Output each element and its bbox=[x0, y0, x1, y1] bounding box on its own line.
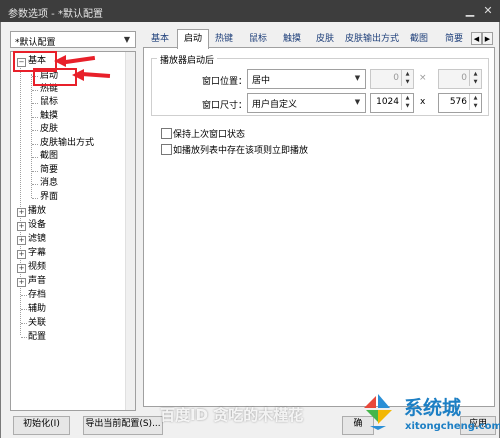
settings-tree[interactable]: − 基本 启动 热键 鼠标 触摸 皮肤 皮肤输出方式 截图 简要 消息 界面 +… bbox=[10, 51, 136, 411]
expand-icon[interactable]: + bbox=[17, 250, 26, 259]
chevron-down-icon: ▼ bbox=[123, 35, 131, 44]
tree-item-filter[interactable]: 滤镜 bbox=[28, 233, 46, 246]
window-position-y-spinner[interactable]: 0 ▲ ▼ bbox=[438, 69, 482, 89]
play-if-in-playlist-label: 如播放列表中存在该项则立即播放 bbox=[173, 146, 309, 156]
expand-icon[interactable]: + bbox=[17, 236, 26, 245]
xitongcheng-logo-icon bbox=[364, 394, 392, 430]
window-position-y-value: 0 bbox=[461, 73, 467, 83]
spin-up-icon[interactable]: ▲ bbox=[402, 70, 413, 78]
window-position-x-value: 0 bbox=[393, 73, 399, 83]
tab-startup[interactable]: 启动 bbox=[177, 29, 209, 49]
tree-item-message[interactable]: 消息 bbox=[40, 177, 58, 190]
keep-window-state-checkbox[interactable] bbox=[161, 128, 172, 139]
expand-icon[interactable]: + bbox=[17, 278, 26, 287]
tab-basic[interactable]: 基本 bbox=[146, 31, 174, 47]
spin-down-icon[interactable]: ▼ bbox=[470, 78, 481, 86]
tree-item-audio[interactable]: 声音 bbox=[28, 275, 46, 288]
tree-item-association[interactable]: 关联 bbox=[28, 317, 46, 330]
annotation-arrowhead bbox=[54, 55, 66, 67]
annotation-arrowhead bbox=[72, 69, 84, 81]
window-height-value: 576 bbox=[449, 97, 467, 107]
chevron-left-icon[interactable]: ◀ bbox=[471, 32, 482, 45]
title-bar: 参数选项 - *默认配置 ▁ ✕ bbox=[0, 0, 500, 22]
window-position-value: 居中 bbox=[252, 76, 271, 86]
tree-item-mouse[interactable]: 鼠标 bbox=[40, 96, 58, 109]
chevron-down-icon: ▼ bbox=[354, 74, 361, 82]
tree-item-assist[interactable]: 辅助 bbox=[28, 303, 46, 316]
preset-value: *默认配置 bbox=[15, 38, 56, 48]
watermark-brand: 系统城 bbox=[404, 397, 462, 419]
tree-item-video[interactable]: 视频 bbox=[28, 261, 46, 274]
window-title: 参数选项 - *默认配置 bbox=[8, 9, 103, 20]
tree-item-skin-output[interactable]: 皮肤输出方式 bbox=[40, 137, 94, 150]
spin-down-icon[interactable]: ▼ bbox=[470, 102, 481, 110]
tree-item-subtitle[interactable]: 字幕 bbox=[28, 247, 46, 260]
tree-scrollbar[interactable] bbox=[125, 52, 135, 410]
tab-mouse[interactable]: 鼠标 bbox=[244, 31, 272, 47]
tab-scroll-buttons: ◀ ▶ bbox=[471, 32, 495, 46]
tree-item-device[interactable]: 设备 bbox=[28, 219, 46, 232]
tree-item-touch[interactable]: 触摸 bbox=[40, 110, 58, 123]
watermark-text: 百度ID 贪吃的木槿花 bbox=[160, 406, 304, 424]
window-position-x-spinner[interactable]: 0 ▲ ▼ bbox=[370, 69, 414, 89]
tab-skin-output[interactable]: 皮肤输出方式 bbox=[344, 31, 400, 47]
window-height-spinner[interactable]: 576 ▲ ▼ bbox=[438, 93, 482, 113]
export-config-button[interactable]: 导出当前配置(S)... bbox=[83, 416, 163, 435]
window-width-value: 1024 bbox=[376, 97, 399, 107]
spin-up-icon[interactable]: ▲ bbox=[402, 94, 413, 102]
tree-item-archive[interactable]: 存档 bbox=[28, 289, 46, 302]
preset-dropdown[interactable]: *默认配置 ▼ bbox=[10, 31, 136, 48]
expand-icon[interactable]: + bbox=[17, 264, 26, 273]
spin-up-icon[interactable]: ▲ bbox=[470, 70, 481, 78]
expand-icon[interactable]: + bbox=[17, 222, 26, 231]
minimize-icon[interactable]: ▁ bbox=[462, 3, 478, 19]
initialize-button[interactable]: 初始化(I) bbox=[13, 416, 70, 435]
window-width-spinner[interactable]: 1024 ▲ ▼ bbox=[370, 93, 414, 113]
tree-item-screenshot[interactable]: 截图 bbox=[40, 150, 58, 163]
window-position-label: 窗口位置： bbox=[201, 77, 247, 87]
tree-item-config[interactable]: 配置 bbox=[28, 331, 46, 344]
size-separator: x bbox=[420, 97, 426, 107]
chevron-right-icon[interactable]: ▶ bbox=[482, 32, 493, 45]
annotation-box bbox=[33, 68, 77, 86]
tab-hotkey[interactable]: 热键 bbox=[210, 31, 238, 47]
tab-brief[interactable]: 简要 bbox=[439, 31, 469, 47]
window-size-select[interactable]: 用户自定义 ▼ bbox=[247, 93, 366, 113]
tree-item-brief[interactable]: 简要 bbox=[40, 164, 58, 177]
tree-item-play[interactable]: 播放 bbox=[28, 205, 46, 218]
tab-screenshot[interactable]: 截图 bbox=[405, 31, 433, 47]
tree-item-skin[interactable]: 皮肤 bbox=[40, 123, 58, 136]
spin-down-icon[interactable]: ▼ bbox=[402, 78, 413, 86]
spin-up-icon[interactable]: ▲ bbox=[470, 94, 481, 102]
expand-icon[interactable]: + bbox=[17, 208, 26, 217]
play-if-in-playlist-checkbox[interactable] bbox=[161, 144, 172, 155]
position-separator: × bbox=[419, 73, 427, 83]
watermark-url: xitongcheng.com bbox=[405, 421, 500, 432]
chevron-down-icon: ▼ bbox=[354, 98, 361, 106]
keep-window-state-label: 保持上次窗口状态 bbox=[173, 130, 246, 140]
tab-skin[interactable]: 皮肤 bbox=[311, 31, 339, 47]
window-size-value: 用户自定义 bbox=[252, 100, 298, 110]
spin-down-icon[interactable]: ▼ bbox=[402, 102, 413, 110]
group-title: 播放器启动后 bbox=[157, 53, 218, 66]
window-position-select[interactable]: 居中 ▼ bbox=[247, 69, 366, 89]
window-size-label: 窗口尺寸： bbox=[201, 101, 247, 111]
close-icon[interactable]: ✕ bbox=[480, 3, 496, 19]
tree-item-interface[interactable]: 界面 bbox=[40, 191, 58, 204]
tab-touch[interactable]: 触摸 bbox=[278, 31, 306, 47]
